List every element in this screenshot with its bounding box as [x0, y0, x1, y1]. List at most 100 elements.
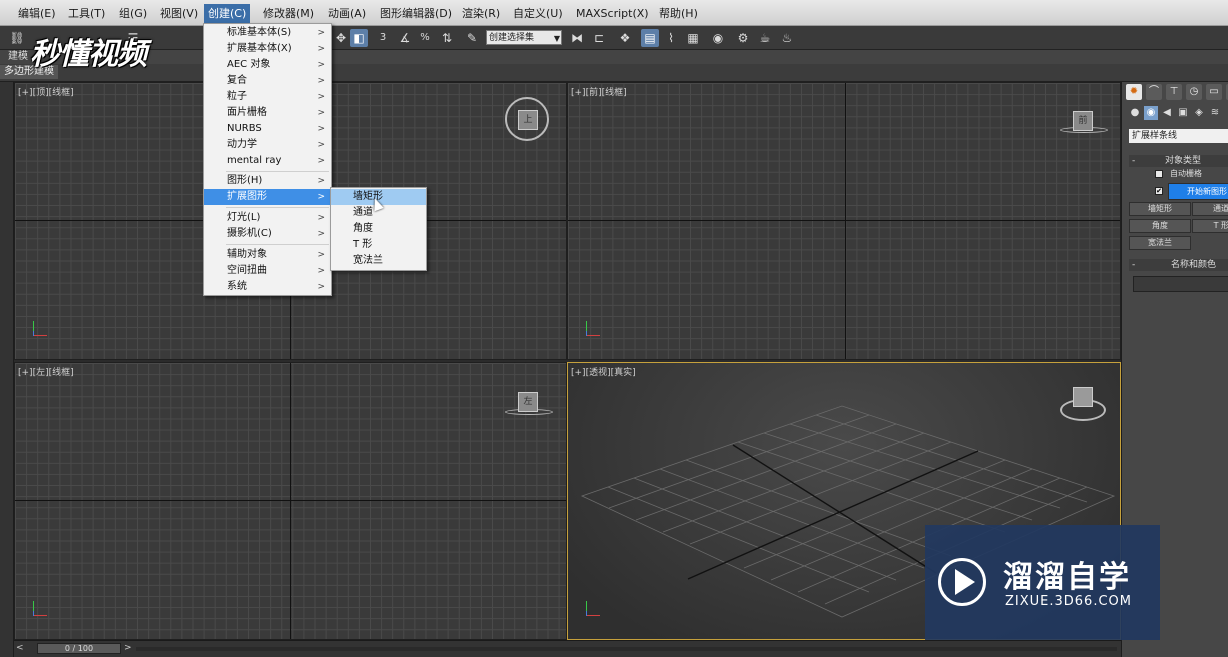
chevron-right-icon: >	[317, 92, 325, 102]
snap-toggle-icon[interactable]: 3	[374, 29, 392, 47]
name-color-rollout[interactable]: - 名称和颜色	[1129, 259, 1228, 271]
chevron-right-icon: >	[317, 108, 325, 118]
move-icon[interactable]: ✥	[332, 29, 350, 47]
material-editor-icon[interactable]: ◉	[709, 29, 727, 47]
curve-editor-icon[interactable]: ⌇	[662, 29, 680, 47]
mirror-icon[interactable]: ⧓	[568, 29, 586, 47]
menu-rendering[interactable]: 渲染(R)	[458, 5, 504, 22]
menu-modifiers[interactable]: 修改器(M)	[259, 5, 318, 22]
chevron-right-icon: >	[317, 156, 325, 166]
helpers-icon[interactable]: ◈	[1192, 106, 1206, 120]
menu-customize[interactable]: 自定义(U)	[509, 5, 567, 22]
viewport-label[interactable]: [+][顶][线框]	[18, 85, 74, 98]
menu-item-mental-ray[interactable]: mental ray >	[204, 153, 331, 169]
menu-item-patch-grids[interactable]: 面片栅格 >	[204, 105, 331, 121]
wrectangle-button[interactable]: 墙矩形	[1129, 202, 1191, 216]
menu-item-lights[interactable]: 灯光(L) >	[204, 210, 331, 226]
menu-separator	[226, 207, 329, 208]
cameras-icon[interactable]: ▣	[1176, 106, 1190, 120]
rendered-frame-window-icon[interactable]: ☕	[756, 29, 774, 47]
modify-tab-icon[interactable]: ⌒	[1146, 84, 1162, 100]
menu-item-extended-primitives[interactable]: 扩展基本体(X) >	[204, 41, 331, 57]
time-track[interactable]	[136, 647, 1117, 651]
select-and-place-icon[interactable]: ◧	[350, 29, 368, 47]
layer-manager-icon[interactable]: ❖	[616, 29, 634, 47]
motion-tab-icon[interactable]: ◷	[1186, 84, 1202, 100]
time-slider[interactable]: 0 / 100	[37, 643, 121, 654]
display-tab-icon[interactable]: ▭	[1206, 84, 1222, 100]
wide-flange-button[interactable]: 宽法兰	[1129, 236, 1191, 250]
prev-frame-icon[interactable]: <	[16, 643, 24, 653]
create-tab-icon[interactable]: ✹	[1126, 84, 1142, 100]
angle-button[interactable]: 角度	[1129, 219, 1191, 233]
menu-item-aec-objects[interactable]: AEC 对象 >	[204, 57, 331, 73]
percent-snap-icon[interactable]: %	[416, 29, 434, 47]
render-setup-icon[interactable]: ⚙	[734, 29, 752, 47]
graphite-toolbar-icon[interactable]: ▤	[641, 29, 659, 47]
viewport-label[interactable]: [+][前][线框]	[571, 85, 627, 98]
menu-item-helpers[interactable]: 辅助对象 >	[204, 247, 331, 263]
start-new-shape-button[interactable]: 开始新图形	[1168, 183, 1228, 200]
next-frame-icon[interactable]: >	[124, 643, 132, 653]
menu-item-dynamics[interactable]: 动力学 >	[204, 137, 331, 153]
menu-item-space-warps[interactable]: 空间扭曲 >	[204, 263, 331, 279]
angle-snap-icon[interactable]: ∡	[396, 29, 414, 47]
hierarchy-tab-icon[interactable]: ⊤	[1166, 84, 1182, 100]
menu-item-tee[interactable]: T 形	[331, 237, 426, 253]
menu-maxscript[interactable]: MAXScript(X)	[572, 5, 653, 22]
edit-named-selection-icon[interactable]: ✎	[463, 29, 481, 47]
viewcube-icon[interactable]: 前	[1073, 111, 1093, 131]
watermark-url: ZIXUE.3D66.COM	[1005, 594, 1132, 609]
collapse-icon: -	[1132, 260, 1136, 270]
channel-button[interactable]: 通道	[1192, 202, 1228, 216]
menu-item-particles[interactable]: 粒子 >	[204, 89, 331, 105]
menu-item-angle[interactable]: 角度	[331, 221, 426, 237]
viewcube-icon[interactable]: 上	[518, 110, 538, 130]
object-category-dropdown[interactable]: 扩展样条线	[1129, 129, 1228, 143]
menu-help[interactable]: 帮助(H)	[655, 5, 702, 22]
menu-edit[interactable]: 编辑(E)	[14, 5, 60, 22]
home-grid-axis-z	[845, 83, 846, 359]
shapes-icon[interactable]: ◉	[1144, 106, 1158, 120]
menu-item-compound[interactable]: 复合 >	[204, 73, 331, 89]
spinner-snap-icon[interactable]: ⇅	[438, 29, 456, 47]
render-production-icon[interactable]: ♨	[778, 29, 796, 47]
schematic-view-icon[interactable]: ▦	[684, 29, 702, 47]
lights-icon[interactable]: ◀	[1160, 106, 1174, 120]
menu-graph-editors[interactable]: 图形编辑器(D)	[376, 5, 456, 22]
menu-separator	[226, 171, 329, 172]
autogrid-checkbox[interactable]	[1155, 170, 1163, 178]
object-name-input[interactable]	[1133, 276, 1228, 292]
chevron-right-icon: >	[317, 124, 325, 134]
left-strip	[0, 82, 14, 657]
menu-item-systems[interactable]: 系统 >	[204, 279, 331, 295]
menu-item-shapes[interactable]: 图形(H) >	[204, 173, 331, 189]
start-new-shape-checkbox[interactable]: ✔	[1155, 187, 1163, 195]
menu-item-wide-flange[interactable]: 宽法兰	[331, 253, 426, 269]
viewport-left[interactable]: [+][左][线框] 左	[14, 362, 567, 640]
menu-create[interactable]: 创建(C)	[204, 4, 251, 23]
menu-item-nurbs[interactable]: NURBS >	[204, 121, 331, 137]
named-selection-set-dropdown[interactable]: 创建选择集 ▼	[486, 30, 562, 45]
home-grid-axis-x	[568, 220, 1120, 221]
viewport-front[interactable]: [+][前][线框] 前	[567, 82, 1121, 360]
menu-item-extended-shapes[interactable]: 扩展图形 >	[204, 189, 331, 205]
menu-group[interactable]: 组(G)	[115, 5, 151, 22]
viewport-label[interactable]: [+][左][线框]	[18, 365, 74, 378]
geometry-icon[interactable]: ●	[1128, 106, 1142, 120]
menu-item-cameras[interactable]: 摄影机(C) >	[204, 226, 331, 242]
menu-animation[interactable]: 动画(A)	[324, 5, 370, 22]
object-type-rollout[interactable]: - 对象类型	[1129, 155, 1228, 167]
autogrid-label: 自动栅格	[1170, 169, 1202, 178]
space-warps-icon[interactable]: ≋	[1208, 106, 1222, 120]
menu-item-standard-primitives[interactable]: 标准基本体(S) >	[204, 25, 331, 41]
menu-views[interactable]: 视图(V)	[156, 5, 202, 22]
tee-button[interactable]: T 形	[1192, 219, 1228, 233]
viewcube-icon[interactable]: 左	[518, 392, 538, 412]
chevron-right-icon: >	[317, 44, 325, 54]
viewcube-icon[interactable]	[1073, 387, 1093, 407]
home-grid-axis-z	[290, 363, 291, 639]
menu-tools[interactable]: 工具(T)	[64, 5, 109, 22]
selection-set-value: 创建选择集	[489, 33, 535, 43]
align-icon[interactable]: ⊏	[590, 29, 608, 47]
